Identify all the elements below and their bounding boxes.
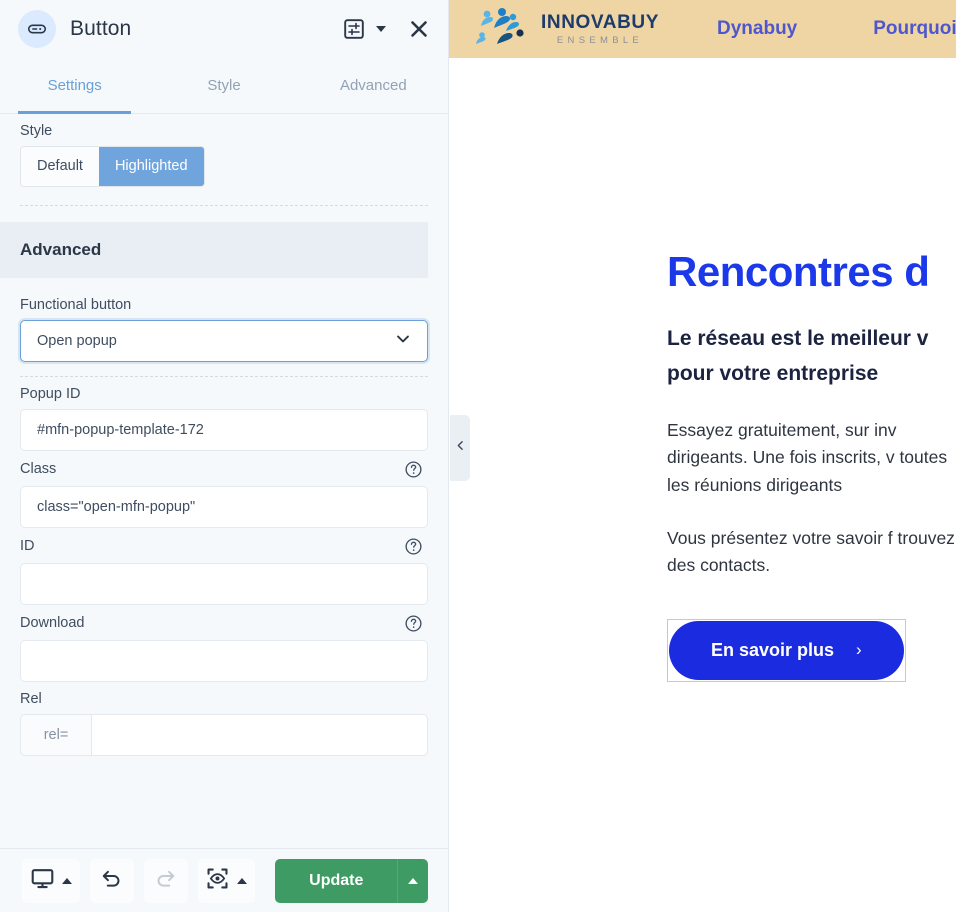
hero-title: Rencontres d [667, 248, 930, 295]
advanced-section-heading: Advanced [0, 221, 428, 278]
hero-subtitle: Le réseau est le meilleur v pour votre e… [667, 327, 929, 385]
tab-settings-label: Settings [47, 76, 102, 94]
field-class: Class [0, 451, 448, 528]
preview-eye-icon [205, 866, 230, 896]
functional-button-select[interactable] [20, 319, 428, 362]
caret-up-icon [237, 877, 248, 884]
class-input[interactable] [20, 485, 428, 528]
tab-style[interactable]: Style [149, 57, 298, 113]
style-option-default[interactable]: Default [21, 147, 99, 186]
download-label-row: Download [20, 605, 428, 640]
nav-item-pourquoi[interactable]: Pourquoi [873, 18, 956, 40]
hero-paragraph-2: Vous présentez votre savoir f trouvez de… [667, 527, 955, 575]
logo-name: INNOVABUY [541, 11, 659, 33]
tab-advanced[interactable]: Advanced [299, 57, 448, 113]
update-options-button[interactable] [397, 858, 429, 903]
id-label-row: ID [20, 528, 428, 563]
sliders-icon[interactable] [341, 16, 367, 42]
help-icon[interactable] [404, 614, 423, 633]
panel-footer-toolbar: Update [0, 848, 448, 912]
panel-tabs: Settings Style Advanced [0, 57, 448, 114]
caret-up-icon [408, 877, 419, 884]
panel-header: Button [0, 0, 448, 57]
site-nav: Dynabuy Pourquoi [717, 18, 956, 40]
chevron-left-icon [454, 439, 467, 457]
rel-label-row: Rel [20, 682, 428, 714]
class-label-row: Class [20, 451, 428, 486]
divider [20, 204, 428, 206]
cta-label: En savoir plus [711, 639, 835, 660]
close-icon[interactable] [404, 14, 434, 44]
rel-input[interactable] [91, 713, 428, 756]
popup-id-label: Popup ID [20, 385, 81, 402]
undo-icon [99, 866, 124, 896]
style-label-row: Style [20, 114, 428, 146]
style-label: Style [20, 123, 53, 139]
rel-label: Rel [20, 690, 42, 707]
popup-id-label-row: Popup ID [20, 377, 428, 409]
logo-tagline: ENSEMBLE [556, 34, 644, 46]
hero-paragraph-1: Essayez gratuitement, sur inv dirigeants… [667, 420, 948, 495]
undo-button[interactable] [89, 858, 134, 903]
logo-text: INNOVABUY ENSEMBLE [541, 13, 659, 46]
caret-down-icon[interactable] [376, 25, 386, 32]
help-icon[interactable] [404, 537, 423, 556]
editor-window: Button Settings Style Advanced Style Def… [0, 0, 956, 912]
site-logo[interactable]: INNOVABUY ENSEMBLE [473, 6, 659, 53]
responsive-mode-button[interactable] [22, 858, 80, 903]
tab-advanced-label: Advanced [339, 76, 407, 94]
panel-title: Button [70, 16, 132, 40]
innovabuy-people-logo-icon [473, 6, 531, 53]
popup-id-input[interactable] [20, 408, 428, 451]
update-button[interactable]: Update [275, 858, 398, 903]
field-rel: Rel rel= [0, 682, 448, 756]
collapse-panel-handle[interactable] [450, 415, 470, 481]
id-input[interactable] [20, 562, 428, 605]
update-button-group: Update [275, 858, 429, 903]
tab-style-label: Style [207, 76, 241, 94]
field-popup-id: Popup ID [0, 377, 448, 451]
class-label: Class [20, 461, 57, 477]
field-id: ID [0, 528, 448, 605]
field-functional-button: Functional button [0, 288, 448, 362]
download-label: Download [20, 615, 85, 631]
field-download: Download [0, 605, 448, 682]
functional-button-label-row: Functional button [20, 288, 428, 320]
site-header: INNOVABUY ENSEMBLE Dynabuy Pourquoi [449, 0, 956, 58]
style-option-highlighted[interactable]: Highlighted [98, 147, 204, 186]
redo-button [143, 858, 188, 903]
id-label: ID [20, 538, 35, 554]
preview-button[interactable] [197, 858, 256, 903]
functional-button-label: Functional button [20, 296, 132, 313]
nav-item-dynabuy[interactable]: Dynabuy [717, 18, 797, 40]
button-widget-icon [18, 9, 56, 48]
desktop-icon [30, 866, 55, 896]
chevron-right-icon: › [856, 640, 862, 660]
cta-selection-outline: En savoir plus › [667, 618, 906, 682]
cta-button[interactable]: En savoir plus › [669, 620, 904, 680]
hero-section: Rencontres d Le réseau est le meilleur v… [449, 58, 956, 682]
field-style: Style Default Highlighted [0, 114, 448, 191]
help-icon[interactable] [404, 460, 423, 479]
tab-settings[interactable]: Settings [0, 57, 149, 114]
caret-up-icon [61, 877, 72, 884]
download-input[interactable] [20, 639, 428, 682]
rel-prefix-addon: rel= [20, 713, 91, 756]
site-preview: INNOVABUY ENSEMBLE Dynabuy Pourquoi Renc… [449, 0, 956, 912]
panel-scrollbar[interactable] [437, 114, 448, 848]
redo-icon [153, 866, 178, 896]
rel-input-group: rel= [20, 713, 428, 756]
panel-scroll-body[interactable]: Style Default Highlighted Advanced Funct… [0, 114, 448, 848]
functional-button-select-wrap [20, 319, 428, 362]
style-segmented-control: Default Highlighted [20, 146, 205, 187]
widget-settings-panel: Button Settings Style Advanced Style Def… [0, 0, 449, 912]
